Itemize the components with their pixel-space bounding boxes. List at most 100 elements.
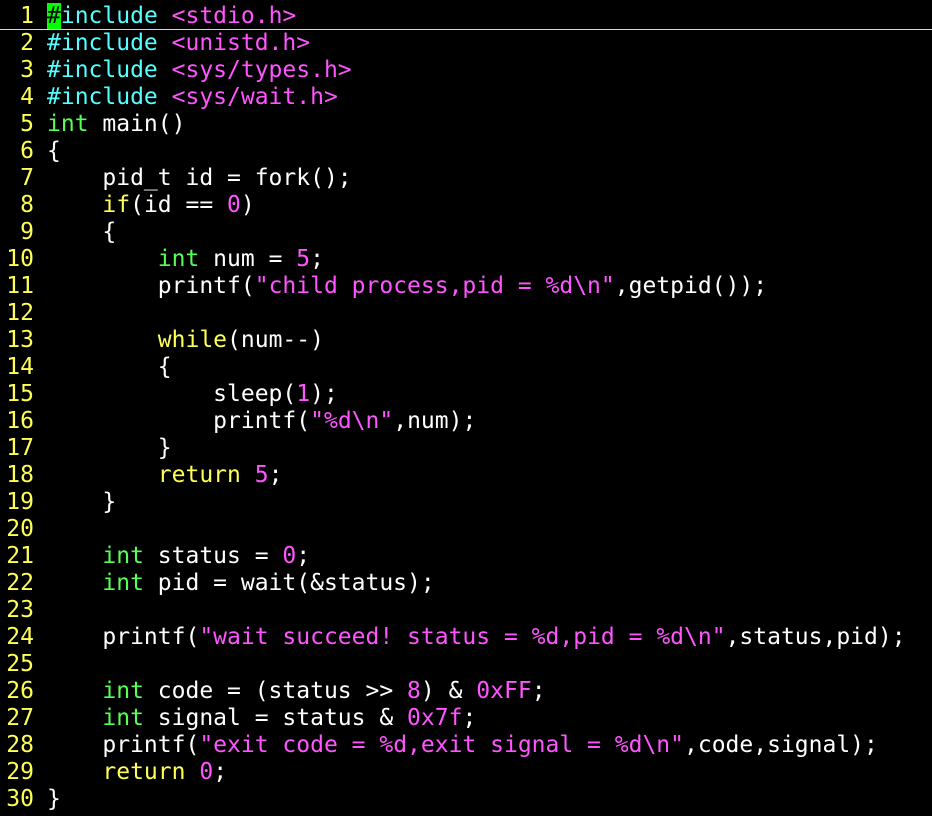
code-line[interactable]: 4 #include <sys/wait.h> — [0, 84, 932, 111]
code-content[interactable]: while(num--) — [47, 327, 324, 354]
code-content[interactable]: pid_t id = fork(); — [47, 165, 351, 192]
code-content[interactable]: int code = (status >> 8) & 0xFF; — [47, 678, 546, 705]
code-content[interactable]: { — [47, 219, 116, 246]
statement-keyword: return — [102, 759, 186, 785]
line-number: 25 — [6, 651, 34, 677]
code-editor[interactable]: 1 #include <stdio.h> 2 #include <unistd.h> 3… — [0, 3, 932, 816]
line-number: 27 — [6, 705, 34, 731]
string-literal: <stdio.h> — [171, 3, 297, 29]
number-literal: %d\n — [323, 408, 380, 434]
string-literal: "exit code = — [199, 732, 380, 758]
code-line[interactable]: 9 { — [0, 219, 932, 246]
code-line[interactable]: 10 int num = 5; — [0, 246, 932, 273]
code-line[interactable]: 3 #include <sys/types.h> — [0, 57, 932, 84]
code-text: } — [47, 489, 117, 515]
code-line[interactable]: 18 return 5; — [0, 462, 932, 489]
code-line[interactable]: 25 — [0, 651, 932, 678]
code-line[interactable]: 19 } — [0, 489, 932, 516]
code-line[interactable]: 12 — [0, 300, 932, 327]
code-text: printf( — [47, 624, 200, 650]
code-line[interactable]: 11 printf("child process,pid = %d\n",get… — [0, 273, 932, 300]
code-content[interactable]: } — [47, 786, 61, 813]
code-content[interactable]: #include <sys/wait.h> — [47, 84, 338, 111]
string-literal: " — [600, 273, 615, 299]
code-content[interactable]: { — [47, 354, 172, 381]
string-literal: " — [379, 408, 394, 434]
line-number: 24 — [6, 624, 34, 650]
line-number: 15 — [6, 381, 34, 407]
code-line[interactable]: 5 int main() — [0, 111, 932, 138]
code-line[interactable]: 30} — [0, 786, 932, 813]
line-number: 3 — [20, 57, 34, 83]
number-literal: 5 — [254, 462, 269, 488]
line-number: 29 — [6, 759, 34, 785]
code-text: { — [47, 354, 172, 380]
code-content[interactable]: #include <sys/types.h> — [47, 57, 352, 84]
code-content[interactable]: } — [47, 489, 116, 516]
code-line[interactable]: 13 while(num--) — [0, 327, 932, 354]
code-line[interactable]: 1 #include <stdio.h> — [0, 3, 932, 30]
type-keyword: int — [102, 678, 144, 704]
code-content[interactable]: int main() — [47, 111, 185, 138]
code-line[interactable]: 29 return 0; — [0, 759, 932, 786]
code-content[interactable]: printf("%d\n",num); — [47, 408, 476, 435]
code-content[interactable]: int signal = status & 0x7f; — [47, 705, 476, 732]
code-text: (id == — [130, 192, 228, 218]
line-number: 30 — [6, 786, 34, 812]
code-content[interactable]: if(id == 0) — [47, 192, 254, 219]
line-number: 16 — [6, 408, 34, 434]
number-literal: %d\n — [545, 273, 601, 299]
code-content[interactable]: int pid = wait(&status); — [47, 570, 434, 597]
line-number: 7 — [20, 165, 34, 191]
code-content[interactable]: #include <stdio.h> — [47, 3, 296, 30]
number-literal: %d — [531, 624, 560, 650]
code-line[interactable]: 14 { — [0, 354, 932, 381]
code-line[interactable]: 15 sleep(1); — [0, 381, 932, 408]
code-content[interactable]: printf("wait succeed! status = %d,pid = … — [47, 624, 905, 651]
code-line[interactable]: 8 if(id == 0) — [0, 192, 932, 219]
code-content[interactable]: printf("child process,pid = %d\n",getpid… — [47, 273, 767, 300]
code-content[interactable]: #include <unistd.h> — [47, 30, 310, 57]
code-text: (num--) — [227, 327, 324, 353]
code-line[interactable]: 24 printf("wait succeed! status = %d,pid… — [0, 624, 932, 651]
line-number: 13 — [6, 327, 34, 353]
code-line[interactable]: 26 int code = (status >> 8) & 0xFF; — [0, 678, 932, 705]
code-text: ; — [296, 543, 311, 569]
code-content[interactable]: return 5; — [47, 462, 283, 489]
code-content[interactable]: } — [47, 435, 172, 462]
code-line[interactable]: 23 — [0, 597, 932, 624]
code-line[interactable]: 28 printf("exit code = %d,exit signal = … — [0, 732, 932, 759]
number-literal: 5 — [296, 246, 311, 272]
code-line[interactable]: 2 #include <unistd.h> — [0, 30, 932, 57]
line-number: 4 — [20, 84, 34, 110]
code-line[interactable]: 17 } — [0, 435, 932, 462]
code-content[interactable]: printf("exit code = %d,exit signal = %d\… — [47, 732, 878, 759]
string-literal: "wait succeed! status = — [199, 624, 532, 650]
code-text: } — [47, 786, 61, 812]
code-line[interactable]: 22 int pid = wait(&status); — [0, 570, 932, 597]
number-literal: 0 — [199, 759, 214, 785]
code-line[interactable]: 6{ — [0, 138, 932, 165]
code-line[interactable]: 27 int signal = status & 0x7f; — [0, 705, 932, 732]
code-line[interactable]: 16 printf("%d\n",num); — [0, 408, 932, 435]
code-content[interactable]: return 0; — [47, 759, 227, 786]
code-text: ,code,signal); — [684, 732, 878, 758]
code-content[interactable]: int status = 0; — [47, 543, 310, 570]
number-literal: 0x7f — [407, 705, 463, 731]
code-content[interactable]: { — [47, 138, 61, 165]
preproc-token: #include — [47, 84, 172, 110]
code-line[interactable]: 20 — [0, 516, 932, 543]
code-text: ; — [531, 678, 546, 704]
code-content[interactable]: sleep(1); — [47, 381, 338, 408]
code-line[interactable]: 21 int status = 0; — [0, 543, 932, 570]
code-line[interactable]: 7 pid_t id = fork(); — [0, 165, 932, 192]
code-content[interactable]: int num = 5; — [47, 246, 324, 273]
text-cursor: # — [47, 3, 61, 29]
code-text: code = (status >> — [143, 678, 408, 704]
code-text: } — [47, 435, 172, 461]
line-number: 19 — [6, 489, 34, 515]
